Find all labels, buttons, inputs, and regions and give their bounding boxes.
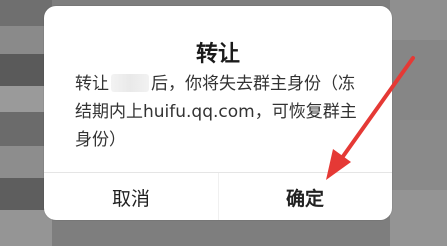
message-prefix: 转让 [75, 74, 109, 94]
confirm-button[interactable]: 确定 [218, 173, 392, 220]
dialog-message: 转让 后，你将失去群主身份（冻结期内上huifu.qq.com，可恢复群主身份） [75, 70, 367, 154]
dialog-title: 转让 [195, 42, 240, 67]
redacted-user-name [111, 74, 149, 92]
cancel-button[interactable]: 取消 [44, 173, 218, 220]
transfer-dialog: 转让 转让 后，你将失去群主身份（冻结期内上huifu.qq.com，可恢复群主身… [44, 6, 392, 220]
blurred-background-right [390, 0, 447, 246]
dialog-footer: 取消 确定 [44, 172, 392, 220]
